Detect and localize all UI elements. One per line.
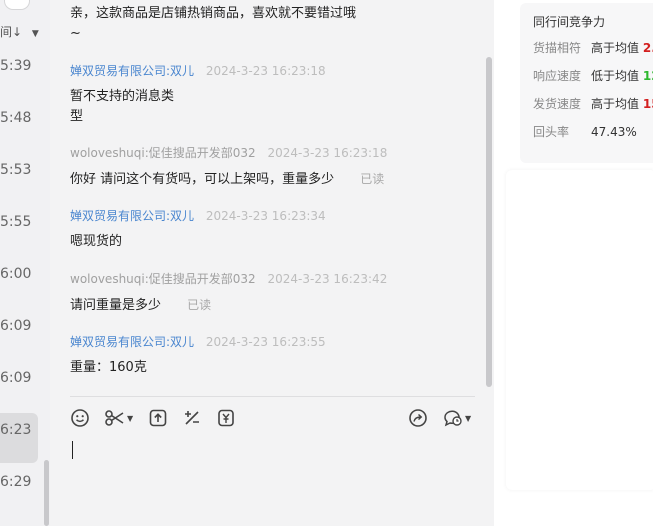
stat-delta: 2. xyxy=(642,41,653,55)
toggle-switch[interactable] xyxy=(4,0,30,10)
competition-card: 同行间竞争力 货描相符高于均值 2. 响应速度低于均值 12 发货速度高于均值 … xyxy=(520,3,653,163)
conversation-list-scrollbar[interactable] xyxy=(44,460,49,526)
stat-row: 回头率 47.43% xyxy=(533,123,637,140)
scissors-icon[interactable]: ▼ xyxy=(104,406,133,430)
message-input-caret[interactable] xyxy=(72,441,73,459)
input-toolbar: ▼ ▼ xyxy=(70,406,475,430)
message-timestamp: 2024-3-23 16:23:34 xyxy=(205,209,326,223)
message-item: 婵双贸易有限公司:双儿 2024-3-23 16:23:18 暂不支持的消息类 … xyxy=(70,62,480,127)
conversation-time[interactable]: 6:09 xyxy=(0,370,31,386)
price-tag-icon[interactable] xyxy=(216,406,236,430)
message-text: 请问重量是多少 xyxy=(70,298,162,313)
stat-row: 货描相符高于均值 2. xyxy=(533,39,653,56)
stat-value: 高于均值 xyxy=(591,41,640,55)
chat-panel: 亲，这款商品是店铺热销商品，喜欢就不要错过哦 ~ 婵双贸易有限公司:双儿 202… xyxy=(50,0,494,526)
emoji-icon[interactable] xyxy=(70,406,90,430)
message-body: 亲，这款商品是店铺热销商品，喜欢就不要错过哦 ~ xyxy=(70,4,480,44)
message-meta: 婵双贸易有限公司:双儿 2024-3-23 16:23:34 xyxy=(70,207,480,224)
stat-value: 低于均值 xyxy=(591,69,640,83)
message-meta: woloveshuqi:促佳搜品开发部032 2024-3-23 16:23:4… xyxy=(70,270,480,287)
conversation-time[interactable]: 6:09 xyxy=(0,318,31,334)
sort-label: 间↓ xyxy=(0,25,23,39)
message-body: 重量：160克 xyxy=(70,358,480,378)
selected-conversation-highlight xyxy=(0,413,38,463)
stat-delta: 12 xyxy=(642,69,653,83)
message-timestamp: 2024-3-23 16:23:42 xyxy=(267,272,388,286)
message-body: 嗯现货的 xyxy=(70,232,480,252)
right-sidebar: 同行间竞争力 货描相符高于均值 2. 响应速度低于均值 12 发货速度高于均值 … xyxy=(494,0,653,526)
sender-name[interactable]: woloveshuqi:促佳搜品开发部032 xyxy=(70,272,256,286)
message-item: woloveshuqi:促佳搜品开发部032 2024-3-23 16:23:4… xyxy=(70,270,480,316)
chevron-down-icon[interactable]: ▼ xyxy=(127,414,133,423)
conversation-time[interactable]: 5:55 xyxy=(0,214,31,230)
chevron-down-icon[interactable]: ▼ xyxy=(465,414,471,423)
plus-minus-icon[interactable] xyxy=(182,406,202,430)
message-meta: woloveshuqi:促佳搜品开发部032 2024-3-23 16:23:1… xyxy=(70,144,480,161)
conversation-time[interactable]: 5:53 xyxy=(0,162,31,178)
message-text-continued: ~ xyxy=(70,26,81,41)
sender-name[interactable]: 婵双贸易有限公司:双儿 xyxy=(70,64,194,78)
message-meta: 婵双贸易有限公司:双儿 2024-3-23 16:23:18 xyxy=(70,62,480,79)
sender-name[interactable]: 婵双贸易有限公司:双儿 xyxy=(70,335,194,349)
stat-row: 发货速度高于均值 15 xyxy=(533,95,653,112)
message-text: 重量：160克 xyxy=(70,360,147,375)
message-text-continued: 型 xyxy=(70,109,84,124)
sort-by-time-button[interactable]: 间↓ ▼ xyxy=(0,23,39,40)
chevron-down-icon: ▼ xyxy=(31,29,39,39)
conversation-time[interactable]: 6:29 xyxy=(0,474,31,490)
message-item: 婵双贸易有限公司:双儿 2024-3-23 16:23:34 嗯现货的 xyxy=(70,207,480,252)
message-text: 你好 请问这个有货吗，可以上架吗，重量多少 xyxy=(70,172,335,187)
stat-value: 47.43% xyxy=(591,125,637,139)
conversation-time[interactable]: 5:48 xyxy=(0,110,31,126)
message-list: 亲，这款商品是店铺热销商品，喜欢就不要错过哦 ~ 婵双贸易有限公司:双儿 202… xyxy=(70,0,480,395)
message-timestamp: 2024-3-23 16:23:55 xyxy=(205,335,326,349)
read-status: 已读 xyxy=(360,172,385,186)
message-timestamp: 2024-3-23 16:23:18 xyxy=(267,146,388,160)
competition-title: 同行间竞争力 xyxy=(533,15,606,29)
sender-name[interactable]: 婵双贸易有限公司:双儿 xyxy=(70,209,194,223)
message-timestamp: 2024-3-23 16:23:18 xyxy=(205,64,326,78)
stat-label: 发货速度 xyxy=(533,97,582,111)
sender-name[interactable]: woloveshuqi:促佳搜品开发部032 xyxy=(70,146,256,160)
conversation-time[interactable]: 6:00 xyxy=(0,266,31,282)
message-text: 嗯现货的 xyxy=(70,234,123,249)
stat-delta: 15 xyxy=(642,97,653,111)
stat-row: 响应速度低于均值 12 xyxy=(533,67,653,84)
input-divider xyxy=(70,396,475,397)
conversation-time[interactable]: 5:39 xyxy=(0,58,31,74)
message-text: 暂不支持的消息类 xyxy=(70,89,175,104)
conversation-list: 间↓ ▼ 5:39 5:48 5:53 5:55 6:00 6:09 6:09 … xyxy=(0,0,50,526)
message-meta: 婵双贸易有限公司:双儿 2024-3-23 16:23:55 xyxy=(70,333,480,350)
message-body: 你好 请问这个有货吗，可以上架吗，重量多少 已读 xyxy=(70,169,480,190)
conversation-time-selected[interactable]: 6:23 xyxy=(0,422,31,438)
message-text: 亲，这款商品是店铺热销商品，喜欢就不要错过哦 xyxy=(70,6,357,21)
info-card xyxy=(506,170,653,490)
message-list-scrollbar[interactable] xyxy=(486,57,492,387)
upload-icon[interactable] xyxy=(148,406,168,430)
stat-label: 货描相符 xyxy=(533,41,582,55)
stat-label: 回头率 xyxy=(533,125,570,139)
read-status: 已读 xyxy=(187,298,212,312)
quick-reply-icon[interactable]: ▼ xyxy=(442,406,471,430)
stat-label: 响应速度 xyxy=(533,69,582,83)
share-icon[interactable] xyxy=(408,406,428,430)
stat-value: 高于均值 xyxy=(591,97,640,111)
message-body: 请问重量是多少 已读 xyxy=(70,295,480,316)
message-item: woloveshuqi:促佳搜品开发部032 2024-3-23 16:23:1… xyxy=(70,144,480,190)
message-item: 婵双贸易有限公司:双儿 2024-3-23 16:23:55 重量：160克 xyxy=(70,333,480,378)
message-item: 亲，这款商品是店铺热销商品，喜欢就不要错过哦 ~ xyxy=(70,4,480,44)
app-window: 间↓ ▼ 5:39 5:48 5:53 5:55 6:00 6:09 6:09 … xyxy=(0,0,653,526)
message-body: 暂不支持的消息类 型 xyxy=(70,87,480,127)
